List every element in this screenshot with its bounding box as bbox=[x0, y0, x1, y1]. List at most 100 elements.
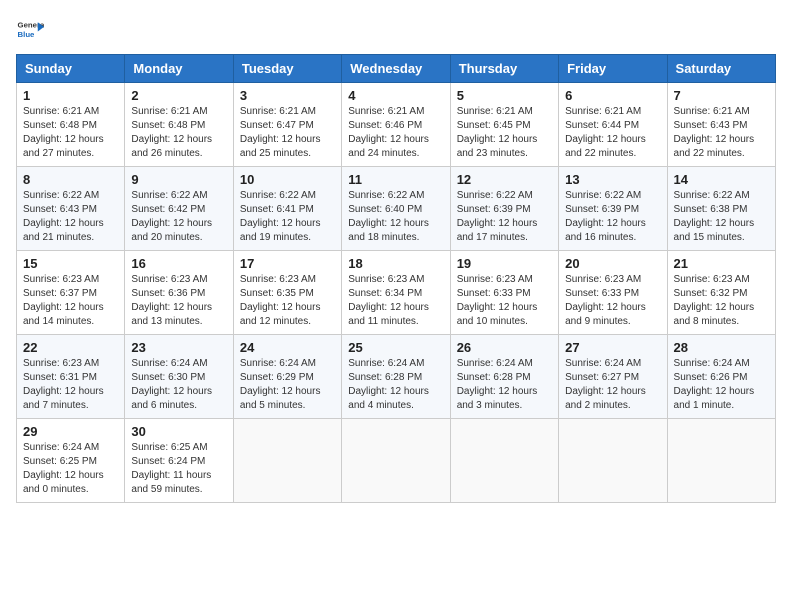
daylight-label: Daylight: 12 hours and 21 minutes. bbox=[23, 218, 104, 243]
sunrise-label: Sunrise: 6:23 AM bbox=[131, 274, 207, 285]
sunrise-label: Sunrise: 6:22 AM bbox=[348, 190, 424, 201]
calendar-cell: 11 Sunrise: 6:22 AM Sunset: 6:40 PM Dayl… bbox=[342, 167, 450, 251]
sunset-label: Sunset: 6:39 PM bbox=[457, 204, 531, 215]
sunset-label: Sunset: 6:29 PM bbox=[240, 372, 314, 383]
calendar-cell: 27 Sunrise: 6:24 AM Sunset: 6:27 PM Dayl… bbox=[559, 335, 667, 419]
sunset-label: Sunset: 6:39 PM bbox=[565, 204, 639, 215]
calendar-week-2: 8 Sunrise: 6:22 AM Sunset: 6:43 PM Dayli… bbox=[17, 167, 776, 251]
daylight-label: Daylight: 12 hours and 26 minutes. bbox=[131, 134, 212, 159]
day-info: Sunrise: 6:23 AM Sunset: 6:34 PM Dayligh… bbox=[348, 273, 443, 329]
daylight-label: Daylight: 11 hours and 59 minutes. bbox=[131, 470, 211, 495]
daylight-label: Daylight: 12 hours and 15 minutes. bbox=[674, 218, 755, 243]
daylight-label: Daylight: 12 hours and 16 minutes. bbox=[565, 218, 646, 243]
day-number: 4 bbox=[348, 88, 443, 103]
day-number: 20 bbox=[565, 256, 660, 271]
calendar-cell: 17 Sunrise: 6:23 AM Sunset: 6:35 PM Dayl… bbox=[233, 251, 341, 335]
calendar-cell: 3 Sunrise: 6:21 AM Sunset: 6:47 PM Dayli… bbox=[233, 83, 341, 167]
day-info: Sunrise: 6:23 AM Sunset: 6:32 PM Dayligh… bbox=[674, 273, 769, 329]
calendar-cell: 14 Sunrise: 6:22 AM Sunset: 6:38 PM Dayl… bbox=[667, 167, 775, 251]
sunrise-label: Sunrise: 6:25 AM bbox=[131, 442, 207, 453]
sunrise-label: Sunrise: 6:22 AM bbox=[565, 190, 641, 201]
sunrise-label: Sunrise: 6:21 AM bbox=[348, 106, 424, 117]
calendar-cell: 25 Sunrise: 6:24 AM Sunset: 6:28 PM Dayl… bbox=[342, 335, 450, 419]
day-number: 9 bbox=[131, 172, 226, 187]
sunrise-label: Sunrise: 6:22 AM bbox=[131, 190, 207, 201]
sunset-label: Sunset: 6:25 PM bbox=[23, 456, 97, 467]
sunrise-label: Sunrise: 6:24 AM bbox=[240, 358, 316, 369]
daylight-label: Daylight: 12 hours and 13 minutes. bbox=[131, 302, 212, 327]
sunrise-label: Sunrise: 6:23 AM bbox=[674, 274, 750, 285]
daylight-label: Daylight: 12 hours and 7 minutes. bbox=[23, 386, 104, 411]
day-number: 18 bbox=[348, 256, 443, 271]
sunset-label: Sunset: 6:32 PM bbox=[674, 288, 748, 299]
sunrise-label: Sunrise: 6:21 AM bbox=[131, 106, 207, 117]
sunrise-label: Sunrise: 6:23 AM bbox=[23, 274, 99, 285]
sunrise-label: Sunrise: 6:24 AM bbox=[674, 358, 750, 369]
daylight-label: Daylight: 12 hours and 10 minutes. bbox=[457, 302, 538, 327]
daylight-label: Daylight: 12 hours and 6 minutes. bbox=[131, 386, 212, 411]
sunrise-label: Sunrise: 6:21 AM bbox=[457, 106, 533, 117]
daylight-label: Daylight: 12 hours and 9 minutes. bbox=[565, 302, 646, 327]
day-number: 2 bbox=[131, 88, 226, 103]
daylight-label: Daylight: 12 hours and 22 minutes. bbox=[565, 134, 646, 159]
calendar-cell bbox=[450, 419, 558, 503]
days-of-week-row: SundayMondayTuesdayWednesdayThursdayFrid… bbox=[17, 55, 776, 83]
day-info: Sunrise: 6:23 AM Sunset: 6:35 PM Dayligh… bbox=[240, 273, 335, 329]
sunrise-label: Sunrise: 6:23 AM bbox=[565, 274, 641, 285]
logo: General Blue bbox=[16, 16, 44, 44]
daylight-label: Daylight: 12 hours and 0 minutes. bbox=[23, 470, 104, 495]
day-info: Sunrise: 6:21 AM Sunset: 6:44 PM Dayligh… bbox=[565, 105, 660, 161]
day-number: 14 bbox=[674, 172, 769, 187]
calendar-cell: 13 Sunrise: 6:22 AM Sunset: 6:39 PM Dayl… bbox=[559, 167, 667, 251]
calendar-cell: 28 Sunrise: 6:24 AM Sunset: 6:26 PM Dayl… bbox=[667, 335, 775, 419]
day-number: 26 bbox=[457, 340, 552, 355]
calendar-cell: 8 Sunrise: 6:22 AM Sunset: 6:43 PM Dayli… bbox=[17, 167, 125, 251]
day-number: 12 bbox=[457, 172, 552, 187]
daylight-label: Daylight: 12 hours and 22 minutes. bbox=[674, 134, 755, 159]
calendar-cell: 5 Sunrise: 6:21 AM Sunset: 6:45 PM Dayli… bbox=[450, 83, 558, 167]
daylight-label: Daylight: 12 hours and 8 minutes. bbox=[674, 302, 755, 327]
calendar-week-5: 29 Sunrise: 6:24 AM Sunset: 6:25 PM Dayl… bbox=[17, 419, 776, 503]
daylight-label: Daylight: 12 hours and 11 minutes. bbox=[348, 302, 429, 327]
daylight-label: Daylight: 12 hours and 5 minutes. bbox=[240, 386, 321, 411]
sunset-label: Sunset: 6:40 PM bbox=[348, 204, 422, 215]
calendar-cell: 20 Sunrise: 6:23 AM Sunset: 6:33 PM Dayl… bbox=[559, 251, 667, 335]
day-info: Sunrise: 6:22 AM Sunset: 6:41 PM Dayligh… bbox=[240, 189, 335, 245]
day-info: Sunrise: 6:24 AM Sunset: 6:30 PM Dayligh… bbox=[131, 357, 226, 413]
calendar-week-4: 22 Sunrise: 6:23 AM Sunset: 6:31 PM Dayl… bbox=[17, 335, 776, 419]
calendar-header: SundayMondayTuesdayWednesdayThursdayFrid… bbox=[17, 55, 776, 83]
sunset-label: Sunset: 6:28 PM bbox=[348, 372, 422, 383]
day-info: Sunrise: 6:24 AM Sunset: 6:28 PM Dayligh… bbox=[348, 357, 443, 413]
sunset-label: Sunset: 6:41 PM bbox=[240, 204, 314, 215]
calendar-cell: 22 Sunrise: 6:23 AM Sunset: 6:31 PM Dayl… bbox=[17, 335, 125, 419]
day-info: Sunrise: 6:24 AM Sunset: 6:28 PM Dayligh… bbox=[457, 357, 552, 413]
day-number: 6 bbox=[565, 88, 660, 103]
calendar-cell: 16 Sunrise: 6:23 AM Sunset: 6:36 PM Dayl… bbox=[125, 251, 233, 335]
calendar-cell bbox=[342, 419, 450, 503]
day-number: 11 bbox=[348, 172, 443, 187]
day-of-week-saturday: Saturday bbox=[667, 55, 775, 83]
sunrise-label: Sunrise: 6:22 AM bbox=[240, 190, 316, 201]
sunset-label: Sunset: 6:31 PM bbox=[23, 372, 97, 383]
sunrise-label: Sunrise: 6:24 AM bbox=[23, 442, 99, 453]
day-info: Sunrise: 6:22 AM Sunset: 6:43 PM Dayligh… bbox=[23, 189, 118, 245]
calendar-cell: 10 Sunrise: 6:22 AM Sunset: 6:41 PM Dayl… bbox=[233, 167, 341, 251]
calendar-week-1: 1 Sunrise: 6:21 AM Sunset: 6:48 PM Dayli… bbox=[17, 83, 776, 167]
day-number: 15 bbox=[23, 256, 118, 271]
calendar-body: 1 Sunrise: 6:21 AM Sunset: 6:48 PM Dayli… bbox=[17, 83, 776, 503]
calendar-cell: 30 Sunrise: 6:25 AM Sunset: 6:24 PM Dayl… bbox=[125, 419, 233, 503]
day-number: 21 bbox=[674, 256, 769, 271]
sunset-label: Sunset: 6:48 PM bbox=[23, 120, 97, 131]
sunset-label: Sunset: 6:34 PM bbox=[348, 288, 422, 299]
sunset-label: Sunset: 6:24 PM bbox=[131, 456, 205, 467]
sunset-label: Sunset: 6:36 PM bbox=[131, 288, 205, 299]
calendar-cell: 1 Sunrise: 6:21 AM Sunset: 6:48 PM Dayli… bbox=[17, 83, 125, 167]
calendar-cell: 23 Sunrise: 6:24 AM Sunset: 6:30 PM Dayl… bbox=[125, 335, 233, 419]
daylight-label: Daylight: 12 hours and 20 minutes. bbox=[131, 218, 212, 243]
calendar-cell: 19 Sunrise: 6:23 AM Sunset: 6:33 PM Dayl… bbox=[450, 251, 558, 335]
day-of-week-tuesday: Tuesday bbox=[233, 55, 341, 83]
sunset-label: Sunset: 6:37 PM bbox=[23, 288, 97, 299]
sunset-label: Sunset: 6:33 PM bbox=[565, 288, 639, 299]
day-info: Sunrise: 6:22 AM Sunset: 6:39 PM Dayligh… bbox=[565, 189, 660, 245]
daylight-label: Daylight: 12 hours and 25 minutes. bbox=[240, 134, 321, 159]
